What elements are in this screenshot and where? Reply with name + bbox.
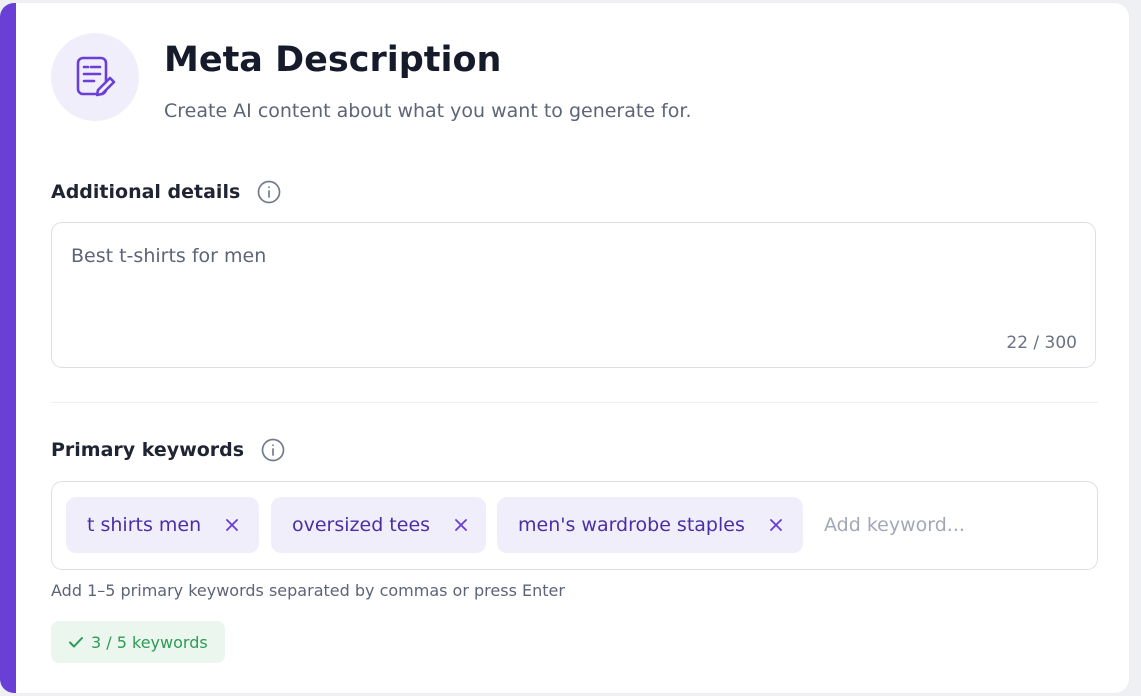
additional-details-input[interactable]	[71, 243, 1071, 323]
close-icon[interactable]	[767, 516, 785, 534]
info-icon[interactable]	[261, 438, 285, 462]
keyword-count-badge: 3 / 5 keywords	[51, 621, 225, 663]
close-icon[interactable]	[223, 516, 241, 534]
page-subtitle: Create AI content about what you want to…	[164, 100, 692, 122]
check-icon	[67, 633, 85, 651]
primary-keywords-label-text: Primary keywords	[51, 439, 245, 461]
section-divider	[51, 402, 1098, 403]
keyword-chip: oversized tees	[271, 497, 486, 553]
page-title: Meta Description	[164, 40, 502, 80]
additional-details-label-text: Additional details	[51, 181, 241, 203]
primary-keywords-label: Primary keywords	[51, 435, 285, 465]
add-keyword-input[interactable]	[824, 510, 1074, 540]
keyword-chip: men's wardrobe staples	[497, 497, 803, 553]
keyword-chip-label: oversized tees	[292, 514, 431, 536]
document-edit-icon	[51, 33, 139, 121]
additional-details-field[interactable]: 22 / 300	[51, 222, 1096, 368]
character-counter: 22 / 300	[1006, 333, 1077, 353]
keywords-helper-text: Add 1–5 primary keywords separated by co…	[51, 581, 565, 600]
accent-bar	[0, 3, 16, 693]
keyword-chip: t shirts men	[66, 497, 259, 553]
close-icon[interactable]	[452, 516, 470, 534]
keyword-count-text: 3 / 5 keywords	[91, 632, 208, 652]
meta-description-card: Meta Description Create AI content about…	[0, 3, 1129, 693]
info-icon[interactable]	[257, 180, 281, 204]
keywords-field[interactable]: t shirts men oversized tees men's wardro…	[51, 481, 1098, 570]
keyword-chip-label: t shirts men	[87, 514, 202, 536]
additional-details-label: Additional details	[51, 177, 281, 207]
keyword-chip-label: men's wardrobe staples	[518, 514, 745, 536]
